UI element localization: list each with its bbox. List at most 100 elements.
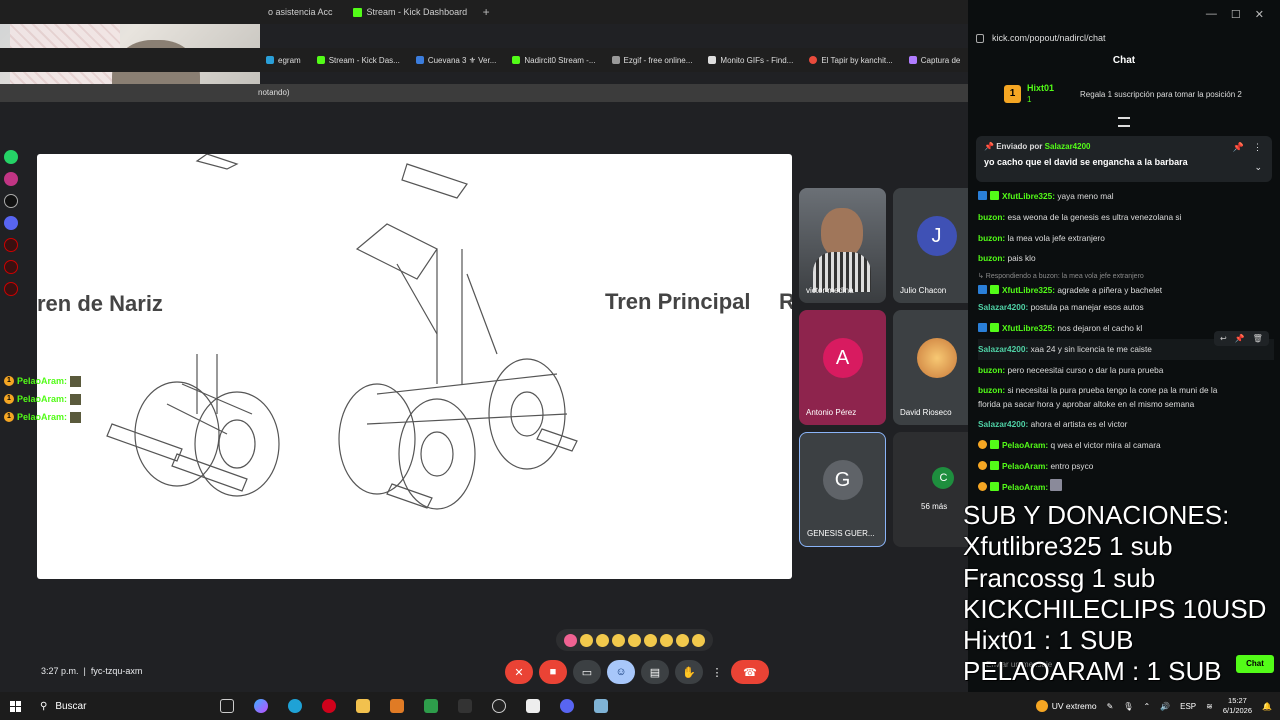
weather-widget[interactable]: UV extremo [1035, 700, 1097, 712]
taskbar-search[interactable]: ⚲ Buscar [30, 692, 210, 720]
chat-username[interactable]: Salazar4200: [978, 302, 1028, 312]
party-reaction-icon[interactable] [596, 633, 609, 647]
captions-button[interactable]: ▤ [641, 660, 669, 684]
chat-username[interactable]: buzon: [978, 385, 1005, 395]
task-view-icon[interactable] [220, 699, 234, 713]
bookmark[interactable]: Captura de [901, 56, 968, 65]
more-options-button[interactable]: ⋮ [709, 660, 725, 684]
close-icon[interactable]: ✕ [1255, 8, 1264, 21]
chat-username[interactable]: PelaoAram: [1002, 461, 1048, 471]
mic-icon[interactable]: 🎙 [1123, 702, 1133, 711]
chat-message[interactable]: PelaoAram: entro psyco [978, 456, 1274, 477]
gift-prompt[interactable]: Regala 1 suscripción para tomar la posic… [1080, 90, 1242, 99]
volume-icon[interactable]: 🔊 [1160, 702, 1170, 711]
end-call-button[interactable]: ☎ [731, 660, 769, 684]
participant-tile-active[interactable]: G GENESIS GUER... [799, 432, 886, 547]
chat-username[interactable]: buzon: [978, 233, 1005, 243]
thinking-reaction-icon[interactable] [676, 633, 689, 647]
browser-tab-kick[interactable]: Stream - Kick Dashboard [343, 0, 478, 24]
copilot-icon[interactable] [254, 699, 268, 713]
history-icon[interactable] [4, 260, 18, 274]
start-button[interactable] [0, 700, 30, 712]
delete-icon[interactable]: 🗑 [1253, 334, 1263, 343]
pin-icon[interactable]: 📌 [1235, 334, 1245, 343]
chat-message[interactable]: XfutLibre325: yaya meno mal [978, 186, 1274, 207]
chat-message[interactable]: buzon: esa weona de la genesis es ultra … [978, 207, 1274, 228]
chat-username[interactable]: buzon: [978, 365, 1005, 375]
pin-icon[interactable]: 📌 [1233, 142, 1244, 153]
bookmark[interactable]: Nadircit0 Stream -... [504, 56, 603, 65]
chat-username[interactable]: PelaoAram: [1002, 440, 1048, 450]
thumbs-down-reaction-icon[interactable] [692, 633, 705, 647]
edge-icon[interactable] [288, 699, 302, 713]
new-tab-button[interactable]: + [477, 5, 495, 19]
chat-message[interactable]: buzon: si necesitai la pura prueba tengo… [978, 380, 1274, 397]
address-bar[interactable]: kick.com/popout/nadircl/chat [968, 28, 1280, 48]
emoji-button[interactable]: ☺ [607, 660, 635, 684]
notification-icon[interactable]: 🔔 [1262, 702, 1272, 711]
chat-message[interactable]: PelaoAram: q wea el victor mira al camar… [978, 435, 1274, 456]
bookmark[interactable]: Cuevana 3 ⚜ Ver... [408, 56, 505, 65]
thumbs-up-reaction-icon[interactable] [580, 633, 593, 647]
top-gifter[interactable]: Hixt01 1 [1027, 83, 1054, 105]
settings-icon[interactable] [4, 282, 18, 296]
bookmark[interactable]: Stream - Kick Das... [309, 56, 408, 65]
bookmark[interactable]: El Tapir by kanchit... [801, 56, 900, 65]
record-icon[interactable] [4, 238, 18, 252]
raise-hand-button[interactable]: ✋ [675, 660, 703, 684]
chat-message[interactable]: XfutLibre325: agradele a piñera y bachel… [978, 283, 1274, 297]
participant-tile[interactable]: victor medina [799, 188, 886, 303]
chevron-up-icon[interactable]: ⌃ [1143, 702, 1150, 711]
chevron-down-icon[interactable]: ⌄ [1254, 162, 1262, 173]
obs-icon[interactable] [492, 699, 506, 713]
pinned-user[interactable]: Salazar4200 [1045, 142, 1091, 151]
pen-icon[interactable]: ✎ [1107, 702, 1114, 711]
discord-icon[interactable] [4, 216, 18, 230]
opera-icon[interactable] [322, 699, 336, 713]
chat-username[interactable]: PelaoAram: [1002, 482, 1048, 492]
app-icon[interactable] [390, 699, 404, 713]
chat-message[interactable]: PelaoAram: [978, 477, 1274, 498]
participant-tile[interactable]: J Julio Chacon [893, 188, 980, 303]
wifi-icon[interactable]: ≋ [1206, 702, 1213, 711]
instagram-icon[interactable] [4, 172, 18, 186]
taskbar-clock[interactable]: 15:27 6/1/2026 [1223, 696, 1252, 716]
chat-username[interactable]: Salazar4200: [978, 419, 1028, 429]
chat-message[interactable]: Salazar4200: ahora el artista es el vict… [978, 414, 1274, 435]
reply-icon[interactable]: ↩ [1220, 334, 1227, 343]
chat-username[interactable]: Salazar4200: [978, 344, 1028, 354]
participant-tile[interactable]: A Antonio Pérez [799, 310, 886, 425]
browser-tab[interactable]: o asistencia Acc [258, 0, 343, 24]
language-indicator[interactable]: ESP [1180, 702, 1196, 711]
bookmark[interactable]: Ezgif - free online... [604, 56, 701, 65]
sad-reaction-icon[interactable] [660, 633, 673, 647]
filter-icon[interactable] [1118, 117, 1130, 127]
heart-reaction-icon[interactable] [564, 633, 577, 647]
bookmark[interactable]: Monito GIFs - Find... [700, 56, 801, 65]
app-icon[interactable] [594, 699, 608, 713]
more-icon[interactable]: ⋮ [1253, 142, 1262, 153]
camera-off-button[interactable]: ■ [539, 660, 567, 684]
surprised-reaction-icon[interactable] [644, 633, 657, 647]
present-button[interactable]: ▭ [573, 660, 601, 684]
chat-message[interactable]: buzon: la mea vola jefe extranjero [978, 228, 1274, 249]
chat-username[interactable]: XfutLibre325: [1002, 323, 1055, 333]
clap-reaction-icon[interactable] [612, 633, 625, 647]
chat-username[interactable]: buzon: [978, 212, 1005, 222]
app-icon[interactable] [424, 699, 438, 713]
bookmark[interactable]: egram [258, 56, 309, 65]
whatsapp-icon[interactable] [4, 150, 18, 164]
chat-username[interactable]: buzon: [978, 253, 1005, 263]
laugh-reaction-icon[interactable] [628, 633, 641, 647]
chat-message[interactable]: buzon: pero neceesitai curso o dar la pu… [978, 360, 1274, 381]
epic-games-icon[interactable] [458, 699, 472, 713]
minimize-icon[interactable]: — [1206, 8, 1217, 20]
tiktok-icon[interactable] [4, 194, 18, 208]
file-explorer-icon[interactable] [356, 699, 370, 713]
store-icon[interactable] [526, 699, 540, 713]
maximize-icon[interactable]: ☐ [1231, 8, 1241, 21]
chat-username[interactable]: XfutLibre325: [1002, 285, 1055, 295]
chat-username[interactable]: XfutLibre325: [1002, 191, 1055, 201]
mic-off-button[interactable]: ✕ [505, 660, 533, 684]
chat-message[interactable]: buzon: pais klo [978, 248, 1274, 269]
